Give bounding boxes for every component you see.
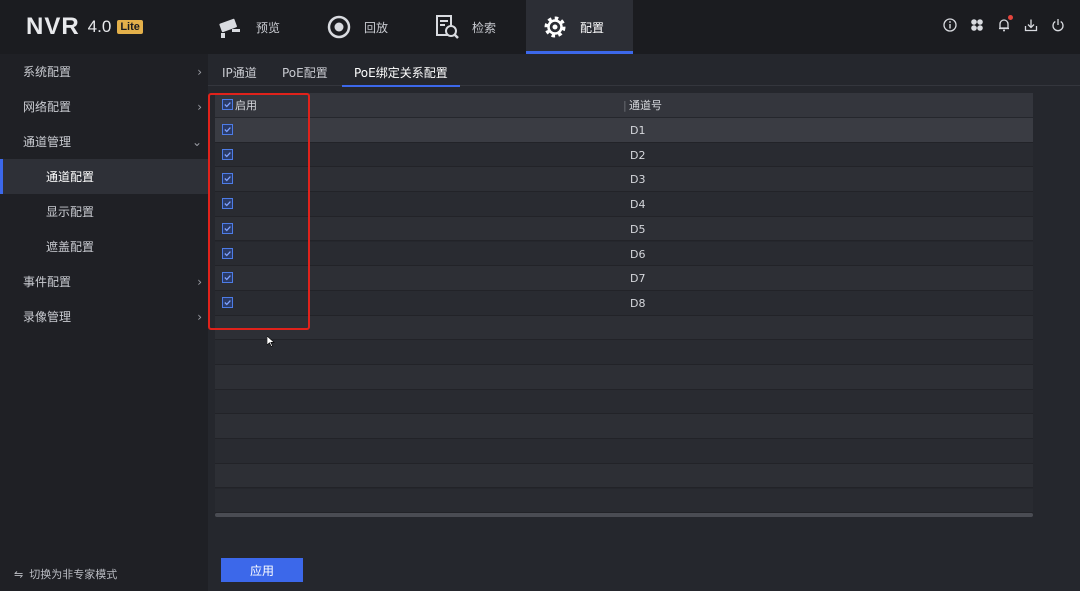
table-row xyxy=(215,414,1033,440)
chevron-down-icon: ⌄ xyxy=(191,134,202,149)
logo: NVR 4.0 Lite xyxy=(26,12,143,42)
channel-number: D3 xyxy=(630,173,646,187)
table-row: D4 xyxy=(215,192,1033,217)
sidebar-item-system[interactable]: 系统配置 › xyxy=(0,54,208,89)
tab-poe-config[interactable]: PoE配置 xyxy=(270,58,340,86)
notification-dot xyxy=(1008,15,1013,20)
nav-search[interactable]: 检索 xyxy=(418,0,524,54)
power-icon[interactable] xyxy=(1050,17,1066,33)
fan-icon[interactable] xyxy=(969,17,985,33)
column-divider: | xyxy=(623,98,627,112)
table-row: D6 xyxy=(215,241,1033,267)
sidebar: 系统配置 › 网络配置 › 通道管理 ⌄ 通道配置 显示配置 遮盖配置 事件配置 › 录… xyxy=(0,54,208,591)
table-row xyxy=(215,439,1033,464)
tab-ip-channel[interactable]: IP通道 xyxy=(210,58,269,86)
table-row xyxy=(215,340,1033,365)
table-row xyxy=(215,365,1033,390)
sidebar-item-label: 通道配置 xyxy=(46,170,95,184)
highlight-box xyxy=(208,93,310,330)
top-bar: NVR 4.0 Lite 预览 回放 检索 配置 xyxy=(0,0,1080,54)
table-row xyxy=(215,463,1033,489)
nav-label: 配置 xyxy=(580,20,605,35)
sidebar-item-label: 显示配置 xyxy=(46,205,95,219)
chevron-right-icon: › xyxy=(197,274,202,289)
sidebar-item-label: 网络配置 xyxy=(23,100,72,114)
table-row: D2 xyxy=(215,142,1033,168)
sidebar-item-display-config[interactable]: 显示配置 xyxy=(0,194,208,229)
chevron-right-icon: › xyxy=(197,64,202,79)
sidebar-item-label: 录像管理 xyxy=(23,310,72,324)
binding-table: 启用 | 通道号 D1 D2 D3 D4 D5 D6 D7 D8 xyxy=(215,93,1033,517)
mode-switch-label: 切换为非专家模式 xyxy=(29,568,118,581)
table-row xyxy=(215,488,1033,514)
mouse-cursor-icon xyxy=(267,336,275,347)
sidebar-item-label: 遮盖配置 xyxy=(46,240,95,254)
table-row xyxy=(215,315,1033,341)
channel-number: D7 xyxy=(630,272,646,286)
sidebar-item-label: 通道管理 xyxy=(23,135,72,149)
logo-badge: Lite xyxy=(117,20,143,34)
camera-icon xyxy=(219,18,240,38)
chevron-right-icon: › xyxy=(197,99,202,114)
table-header: 启用 | 通道号 xyxy=(215,93,1033,117)
bell-icon[interactable] xyxy=(996,15,1013,33)
table-row: D7 xyxy=(215,266,1033,291)
nav-preview[interactable]: 预览 xyxy=(202,0,308,54)
sidebar-item-event-config[interactable]: 事件配置 › xyxy=(0,264,208,299)
chevron-right-icon: › xyxy=(197,309,202,324)
search-doc-icon xyxy=(436,15,459,39)
sidebar-item-record-mgmt[interactable]: 录像管理 › xyxy=(0,299,208,334)
nav-config[interactable]: 配置 xyxy=(526,0,633,54)
apply-button[interactable]: 应用 xyxy=(221,558,303,582)
table-row: D5 xyxy=(215,216,1033,242)
channel-number: D6 xyxy=(630,247,646,261)
sidebar-item-mask-config[interactable]: 遮盖配置 xyxy=(0,229,208,264)
table-row: D8 xyxy=(215,290,1033,316)
channel-number: D8 xyxy=(630,296,646,310)
sidebar-item-network[interactable]: 网络配置 › xyxy=(0,89,208,124)
channel-number: D5 xyxy=(630,222,646,236)
tab-poe-binding[interactable]: PoE绑定关系配置 xyxy=(342,58,460,87)
info-icon[interactable] xyxy=(942,17,958,33)
sidebar-item-label: 系统配置 xyxy=(23,65,72,79)
logo-version: 4.0 xyxy=(87,17,112,36)
top-icons xyxy=(942,15,1066,33)
logo-text: NVR xyxy=(26,13,80,40)
table-row: D3 xyxy=(215,167,1033,193)
swap-icon: ⇋ xyxy=(14,567,24,581)
tab-bar: IP通道 PoE配置 PoE绑定关系配置 xyxy=(208,58,1080,87)
nav-label: 预览 xyxy=(256,20,281,35)
playback-icon xyxy=(327,15,351,39)
nav-playback[interactable]: 回放 xyxy=(310,0,416,54)
sidebar-item-channel-mgmt[interactable]: 通道管理 ⌄ xyxy=(0,124,208,159)
channel-number: D4 xyxy=(630,198,646,212)
download-icon[interactable] xyxy=(1023,17,1039,33)
sidebar-item-label: 事件配置 xyxy=(23,275,72,289)
sidebar-item-channel-config[interactable]: 通道配置 xyxy=(0,159,208,194)
gear-icon xyxy=(544,16,566,38)
table-row xyxy=(215,389,1033,415)
channel-number: D2 xyxy=(630,148,646,162)
header-channel: 通道号 xyxy=(629,99,662,112)
channel-number: D1 xyxy=(630,124,646,137)
mode-switch-link[interactable]: ⇋ 切换为非专家模式 xyxy=(14,566,117,582)
nav-label: 检索 xyxy=(472,20,497,35)
horizontal-scrollbar[interactable] xyxy=(215,513,1033,517)
nav-label: 回放 xyxy=(364,20,389,35)
table-row: D1 xyxy=(215,118,1033,143)
